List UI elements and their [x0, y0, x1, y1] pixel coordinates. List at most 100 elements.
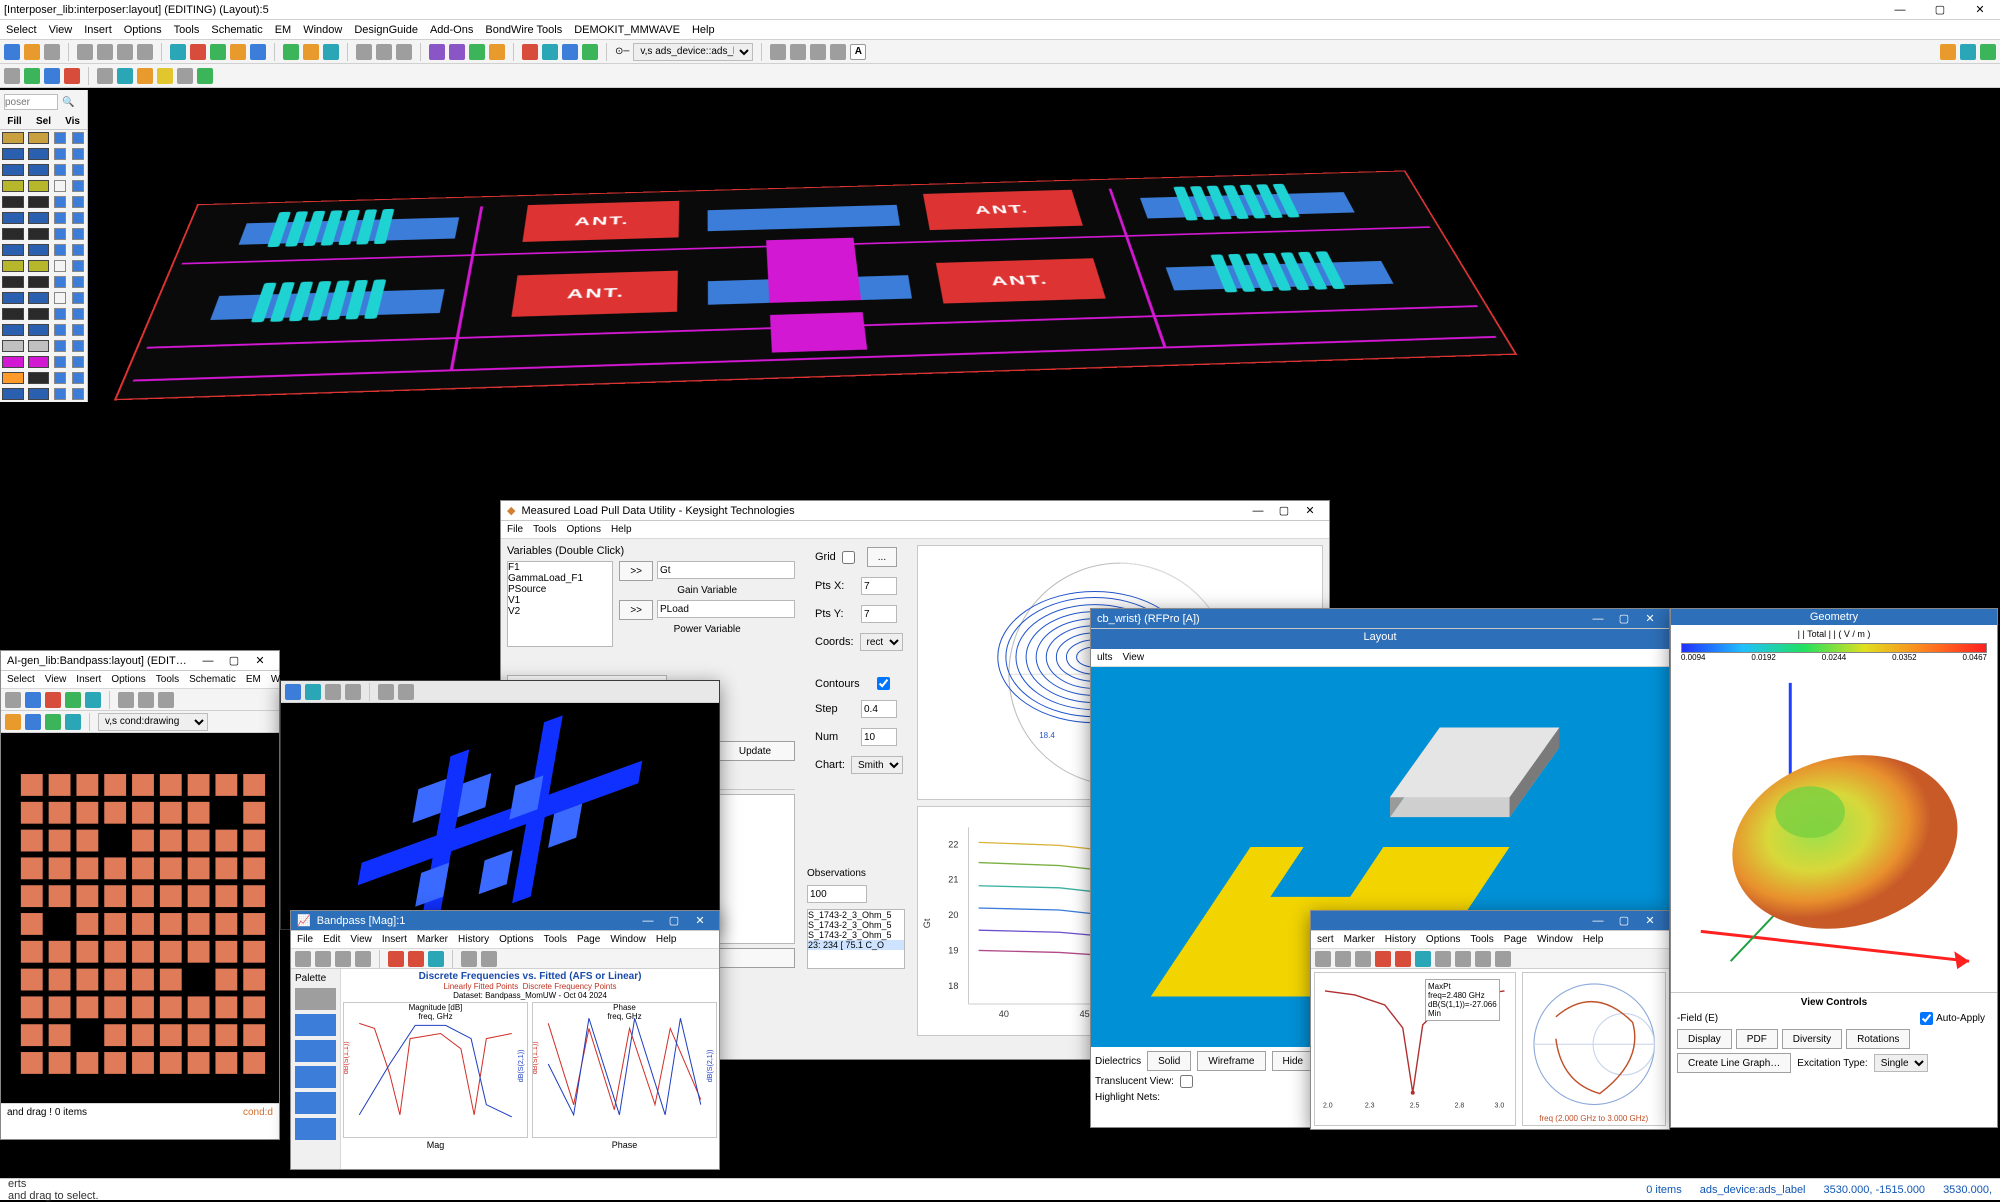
layer-row[interactable]: [0, 194, 87, 210]
tool-icon[interactable]: [157, 68, 173, 84]
tool-icon[interactable]: [5, 692, 21, 708]
orbit-icon[interactable]: [378, 684, 394, 700]
layer-row[interactable]: [0, 146, 87, 162]
layer-swatch[interactable]: [28, 356, 50, 368]
layer-swatch[interactable]: [28, 212, 50, 224]
ptsy-input[interactable]: [861, 605, 897, 623]
layer-sel-checkbox[interactable]: [54, 212, 66, 224]
menu-item[interactable]: Window: [610, 934, 646, 945]
menu-item[interactable]: Select: [7, 674, 35, 685]
tool-icon[interactable]: [44, 44, 60, 60]
layer-swatch[interactable]: [28, 324, 50, 336]
pick-power-button[interactable]: >>: [619, 600, 653, 620]
menu-item[interactable]: Insert: [382, 934, 407, 945]
layer-swatch[interactable]: [28, 388, 50, 400]
tool-icon[interactable]: [117, 68, 133, 84]
tool-icon[interactable]: [1315, 951, 1331, 967]
bandpass-layout-window[interactable]: AI-gen_lib:Bandpass:layout] (EDITING) (L…: [0, 650, 280, 1140]
layer-sel-checkbox[interactable]: [54, 324, 66, 336]
layer-swatch[interactable]: [28, 340, 50, 352]
power-variable-input[interactable]: [657, 600, 795, 618]
menu-item[interactable]: View: [1123, 652, 1145, 663]
tool-icon[interactable]: [355, 951, 371, 967]
maximize-button[interactable]: ▢: [1271, 504, 1297, 517]
layer-vis-checkbox[interactable]: [72, 324, 84, 336]
tool-icon[interactable]: [4, 44, 20, 60]
tool-icon[interactable]: [5, 714, 21, 730]
bandpass-plots[interactable]: Discrete Frequencies vs. Fitted (AFS or …: [341, 969, 719, 1169]
em-icon[interactable]: [283, 44, 299, 60]
pick-gain-button[interactable]: >>: [619, 561, 653, 581]
layer-swatch[interactable]: [2, 292, 24, 304]
minimize-button[interactable]: —: [635, 915, 661, 927]
text-icon[interactable]: A: [850, 44, 866, 60]
tool-icon[interactable]: [408, 951, 424, 967]
layer-swatch[interactable]: [2, 388, 24, 400]
layer-swatch[interactable]: [2, 180, 24, 192]
tool-icon[interactable]: [481, 951, 497, 967]
layer-row[interactable]: [0, 130, 87, 146]
layer-swatch[interactable]: [2, 276, 24, 288]
layer-swatch[interactable]: [28, 132, 50, 144]
close-button[interactable]: ✕: [1637, 612, 1663, 625]
num-input[interactable]: [861, 728, 897, 746]
shape-circle-icon[interactable]: [810, 44, 826, 60]
tool-icon[interactable]: [461, 951, 477, 967]
tool-icon[interactable]: [177, 68, 193, 84]
list-plot-icon[interactable]: [295, 1118, 336, 1140]
gain-variable-input[interactable]: [657, 561, 795, 579]
layer-sel-checkbox[interactable]: [54, 340, 66, 352]
tool-icon[interactable]: [429, 44, 445, 60]
select-icon[interactable]: [77, 44, 93, 60]
display-button[interactable]: Display: [1677, 1029, 1732, 1049]
grid-more-button[interactable]: ...: [867, 547, 897, 567]
tool-icon[interactable]: [562, 44, 578, 60]
menu-item[interactable]: Tools: [174, 20, 200, 39]
observations-input[interactable]: [807, 885, 867, 903]
tool-icon[interactable]: [1960, 44, 1976, 60]
tool-icon[interactable]: [25, 714, 41, 730]
menu-item[interactable]: ults: [1097, 652, 1113, 663]
tool-icon[interactable]: [65, 692, 81, 708]
search-icon[interactable]: 🔍: [62, 97, 74, 108]
tool-icon[interactable]: [522, 44, 538, 60]
layer-row[interactable]: [0, 258, 87, 274]
menu-item[interactable]: Select: [6, 20, 37, 39]
menu-item[interactable]: History: [458, 934, 489, 945]
minimize-button[interactable]: —: [1585, 613, 1611, 625]
layer-row[interactable]: [0, 322, 87, 338]
menu-item[interactable]: Tools: [533, 524, 556, 535]
layer-vis-checkbox[interactable]: [72, 164, 84, 176]
menu-item[interactable]: Help: [692, 20, 715, 39]
filter-3d-preview[interactable]: [280, 680, 720, 930]
layer-sel-checkbox[interactable]: [54, 356, 66, 368]
layer-sel-checkbox[interactable]: [54, 132, 66, 144]
view-icon[interactable]: [345, 684, 361, 700]
menu-item[interactable]: sert: [1317, 934, 1334, 945]
solid-button[interactable]: Solid: [1147, 1051, 1191, 1071]
layer-swatch[interactable]: [2, 340, 24, 352]
tool-icon[interactable]: [1435, 951, 1451, 967]
layer-swatch[interactable]: [2, 372, 24, 384]
layer-swatch[interactable]: [28, 164, 50, 176]
tool-icon[interactable]: [1940, 44, 1956, 60]
tool-icon[interactable]: [542, 44, 558, 60]
layer-vis-checkbox[interactable]: [72, 132, 84, 144]
layer-vis-checkbox[interactable]: [72, 372, 84, 384]
shape-poly-icon[interactable]: [790, 44, 806, 60]
rotate-icon[interactable]: [117, 44, 133, 60]
layer-row[interactable]: [0, 210, 87, 226]
layer-swatch[interactable]: [2, 324, 24, 336]
layer-swatch[interactable]: [2, 148, 24, 160]
tool-icon[interactable]: [158, 692, 174, 708]
layer-swatch[interactable]: [28, 228, 50, 240]
maximize-button[interactable]: ▢: [1611, 612, 1637, 625]
layer-swatch[interactable]: [2, 228, 24, 240]
tool-icon[interactable]: [137, 68, 153, 84]
layer-vis-checkbox[interactable]: [72, 308, 84, 320]
cube-icon[interactable]: [396, 44, 412, 60]
layer-swatch[interactable]: [28, 276, 50, 288]
layer-swatch[interactable]: [28, 308, 50, 320]
field-3d-view[interactable]: [1671, 662, 1997, 992]
menu-item[interactable]: Window: [1537, 934, 1573, 945]
